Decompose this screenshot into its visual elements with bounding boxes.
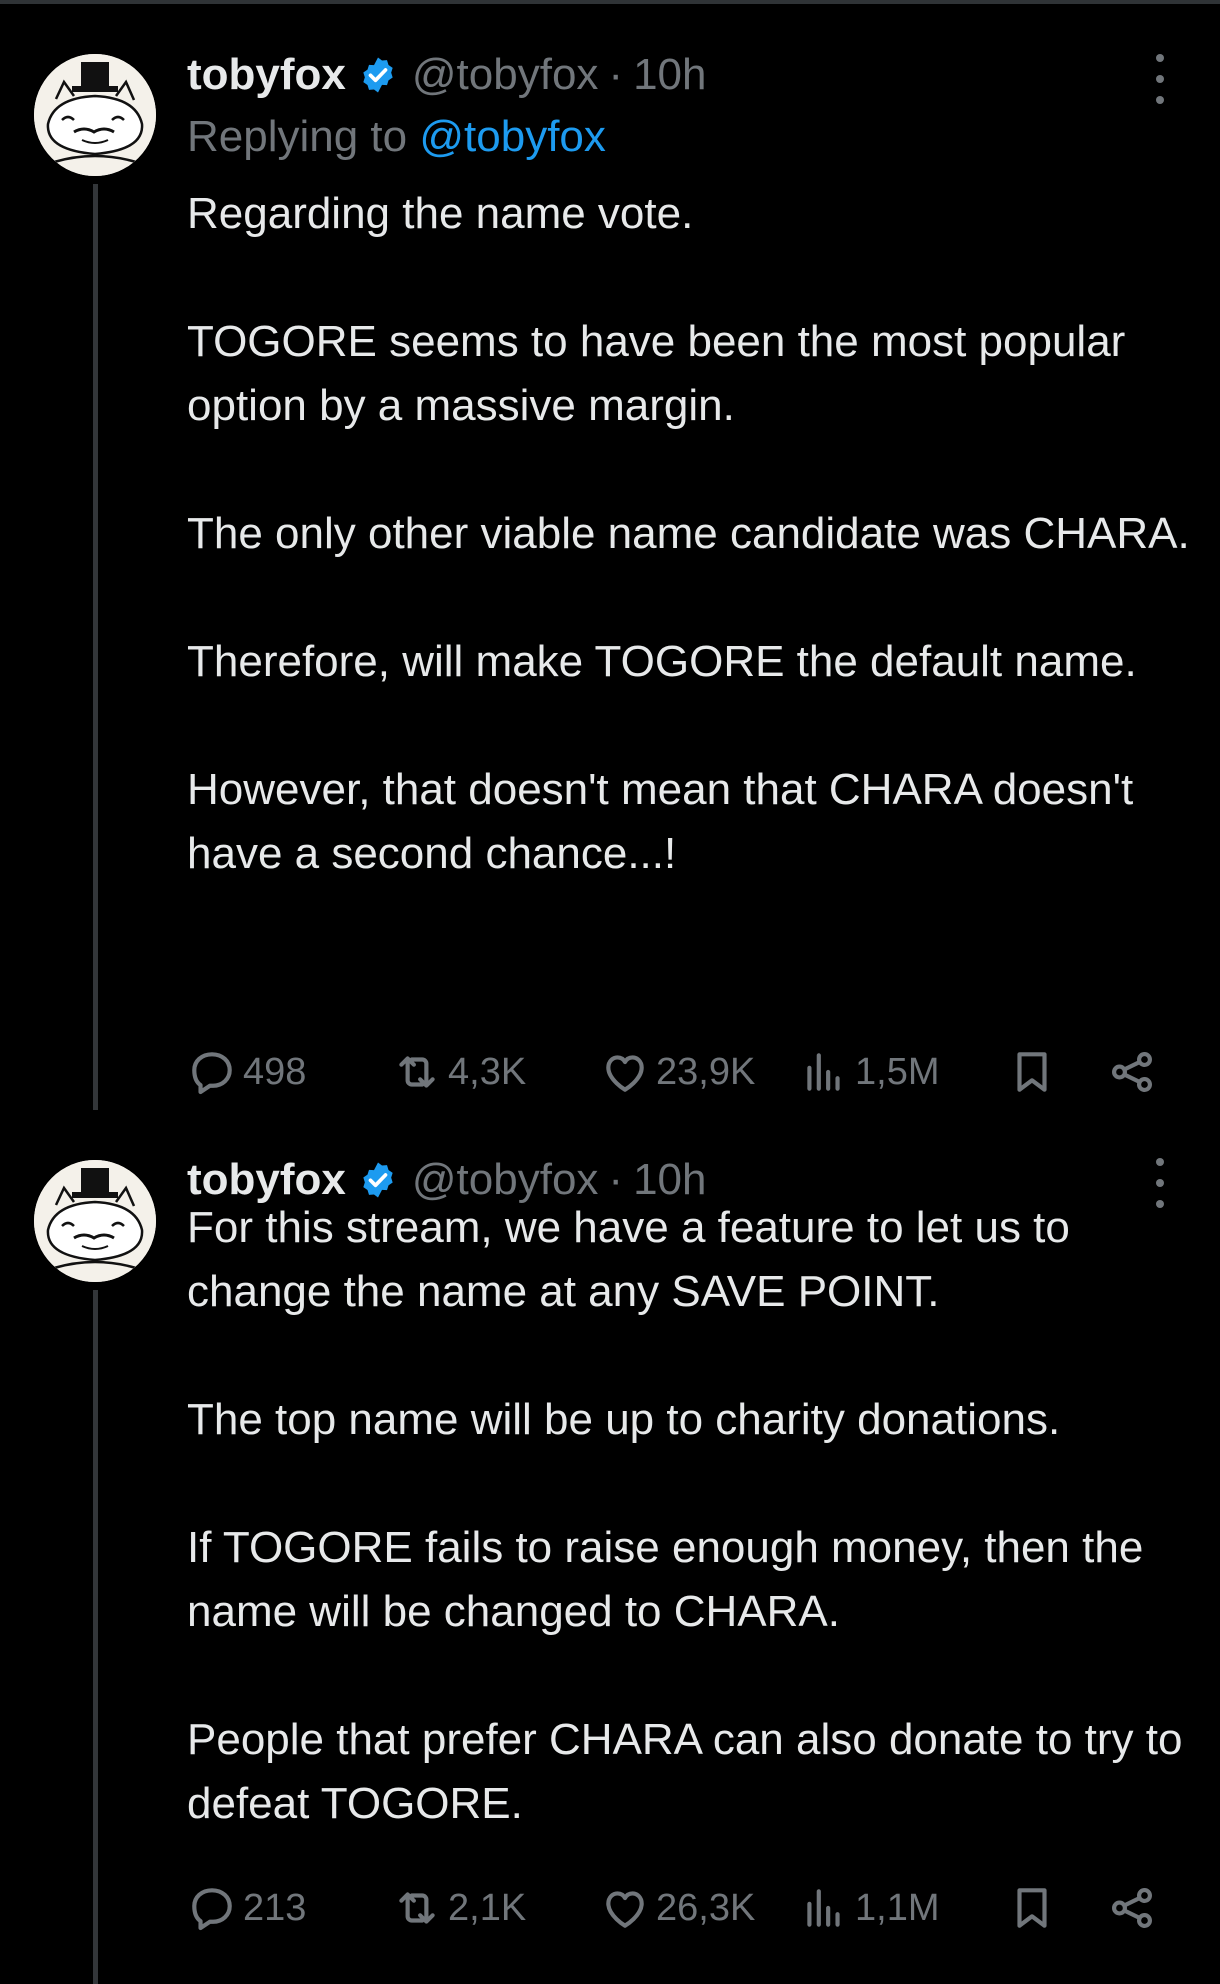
tweet-paragraph: People that prefer CHARA can also donate… xyxy=(187,1715,1183,1828)
action-bar: 213 2,1K 26,3K 1,1M xyxy=(187,1880,1187,1936)
thread-connector-line xyxy=(93,184,98,1110)
share-button[interactable] xyxy=(1107,1880,1163,1936)
views-icon xyxy=(807,1053,840,1091)
repost-count: 2,1K xyxy=(448,1886,527,1929)
share-button[interactable] xyxy=(1107,1044,1163,1100)
like-count: 26,3K xyxy=(656,1886,756,1929)
tweet-paragraph: The only other viable name candidate was… xyxy=(187,509,1190,558)
replying-handle-link[interactable]: @tobyfox xyxy=(419,112,606,161)
repost-button[interactable]: 4,3K xyxy=(392,1044,526,1100)
repost-count: 4,3K xyxy=(448,1050,527,1093)
replying-prefix: Replying to xyxy=(187,112,408,161)
reply-count: 213 xyxy=(243,1886,307,1929)
tweet-header: tobyfox @tobyfox · 10h xyxy=(187,45,707,105)
reply-button[interactable]: 498 xyxy=(187,1044,306,1100)
tweet-paragraph: The top name will be up to charity donat… xyxy=(187,1395,1061,1444)
tweet-1[interactable]: tobyfox @tobyfox · 10h Replying to @toby… xyxy=(0,0,1220,1110)
tweet-text: Regarding the name vote. TOGORE seems to… xyxy=(187,182,1197,886)
tweet-paragraph: Regarding the name vote. xyxy=(187,189,694,238)
views-button[interactable]: 1,1M xyxy=(799,1880,939,1936)
more-options-icon[interactable] xyxy=(1145,54,1175,104)
share-icon xyxy=(1112,1888,1152,1928)
verified-badge-icon xyxy=(363,57,393,93)
separator-dot: · xyxy=(608,50,624,99)
tweet-2[interactable]: tobyfox @tobyfox · 10h For this stream, … xyxy=(0,1110,1220,1984)
avatar[interactable] xyxy=(34,54,156,176)
repost-icon xyxy=(399,1892,435,1924)
bookmark-button[interactable] xyxy=(1007,1880,1063,1936)
timestamp[interactable]: 10h xyxy=(633,50,706,100)
repost-icon xyxy=(399,1056,435,1088)
reply-count: 498 xyxy=(243,1050,307,1093)
like-icon xyxy=(606,1891,644,1928)
like-icon xyxy=(606,1055,644,1092)
views-button[interactable]: 1,5M xyxy=(799,1044,939,1100)
reply-button[interactable]: 213 xyxy=(187,1880,306,1936)
like-button[interactable]: 23,9K xyxy=(600,1044,755,1100)
view-count: 1,5M xyxy=(855,1050,940,1093)
avatar-dog-icon xyxy=(34,54,156,176)
handle[interactable]: @tobyfox xyxy=(412,50,599,100)
tweet-paragraph: Therefore, will make TOGORE the default … xyxy=(187,637,1137,686)
display-name[interactable]: tobyfox xyxy=(187,50,346,100)
tweet-text: For this stream, we have a feature to le… xyxy=(187,1196,1197,1836)
views-icon xyxy=(807,1889,840,1927)
bookmark-icon xyxy=(1017,1888,1047,1928)
verified-badge-icon xyxy=(363,1162,393,1198)
reply-icon xyxy=(192,1888,232,1931)
thread-connector-line xyxy=(93,1290,98,1984)
avatar-dog-icon xyxy=(34,1160,156,1282)
reply-icon xyxy=(192,1052,232,1095)
replying-to: Replying to @tobyfox xyxy=(187,112,606,162)
tweet-paragraph: For this stream, we have a feature to le… xyxy=(187,1203,1070,1316)
tweet-paragraph: However, that doesn't mean that CHARA do… xyxy=(187,765,1134,878)
bookmark-button[interactable] xyxy=(1007,1044,1063,1100)
tweet-paragraph: If TOGORE fails to raise enough money, t… xyxy=(187,1523,1144,1636)
tweet-paragraph: TOGORE seems to have been the most popul… xyxy=(187,317,1126,430)
action-bar: 498 4,3K 23,9K 1,5M xyxy=(187,1044,1187,1100)
like-button[interactable]: 26,3K xyxy=(600,1880,755,1936)
avatar[interactable] xyxy=(34,1160,156,1282)
bookmark-icon xyxy=(1017,1052,1047,1092)
share-icon xyxy=(1112,1052,1152,1092)
repost-button[interactable]: 2,1K xyxy=(392,1880,526,1936)
view-count: 1,1M xyxy=(855,1886,940,1929)
like-count: 23,9K xyxy=(656,1050,756,1093)
